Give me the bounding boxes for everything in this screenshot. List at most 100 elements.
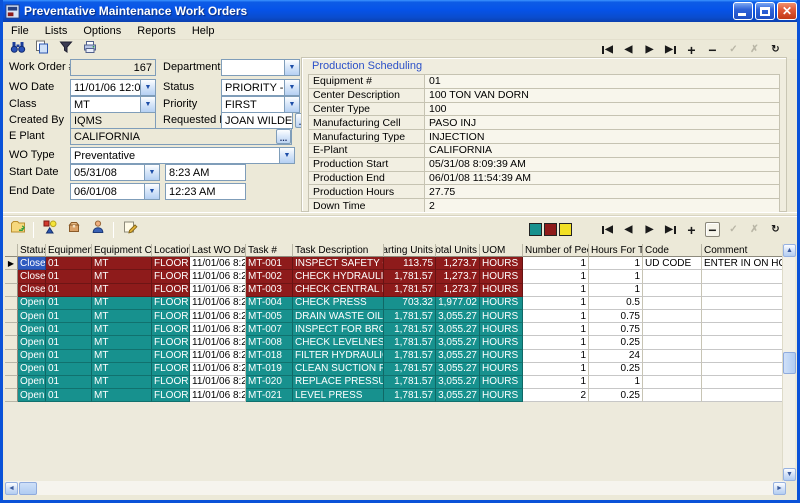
grid-cell[interactable]: MT xyxy=(92,270,152,284)
grid-cell[interactable] xyxy=(702,270,788,284)
grid-cell[interactable]: Open xyxy=(18,323,46,337)
grid-cell[interactable]: MT-007 xyxy=(246,323,293,337)
shapes-button[interactable] xyxy=(39,220,60,239)
first-record-button[interactable]: ◀ xyxy=(600,222,615,237)
menu-item-help[interactable]: Help xyxy=(184,23,223,39)
grid-cell[interactable]: Open xyxy=(18,336,46,350)
grid-cell[interactable]: 01 xyxy=(46,349,92,363)
grid-cell[interactable]: FLOOR ... xyxy=(152,336,190,350)
grid-cell[interactable]: MT xyxy=(92,309,152,324)
wo-date-combo[interactable]: 11/01/06 12:00:00 A▼ xyxy=(70,79,156,96)
chevron-down-icon[interactable]: ▼ xyxy=(140,80,155,95)
grid-cell[interactable]: 1,273.7 xyxy=(436,270,480,284)
row-selector[interactable] xyxy=(5,349,18,363)
grid-cell[interactable] xyxy=(702,349,788,363)
grid-cell[interactable]: 703.32 xyxy=(384,296,436,310)
row-selector[interactable] xyxy=(5,375,18,390)
scroll-right-icon[interactable]: ► xyxy=(773,481,786,495)
grid-cell[interactable] xyxy=(643,270,702,284)
grid-cell[interactable]: FLOOR ... xyxy=(152,389,190,403)
e-plant-field[interactable]: CALIFORNIA xyxy=(70,128,292,145)
grid-cell[interactable]: MT xyxy=(92,257,152,271)
column-header[interactable]: Location xyxy=(152,244,190,258)
inventory-box-button[interactable] xyxy=(63,220,84,239)
grid-cell[interactable]: FLOOR ... xyxy=(152,309,190,324)
column-header[interactable]: Last WO Date xyxy=(190,244,246,258)
grid-cell[interactable] xyxy=(643,375,702,390)
start-date-combo[interactable]: 05/31/08 ▼ xyxy=(70,164,160,181)
chevron-down-icon[interactable]: ▼ xyxy=(144,165,159,180)
column-header[interactable]: Task # xyxy=(246,244,293,258)
grid-cell[interactable]: 11/01/06 8:2... xyxy=(190,336,246,350)
scroll-up-icon[interactable]: ▲ xyxy=(783,244,796,257)
grid-cell[interactable]: FILTER HYDRAULIC O... xyxy=(293,349,384,363)
edit-note-button[interactable] xyxy=(119,220,140,239)
grid-cell[interactable]: 0.75 xyxy=(589,323,643,337)
grid-cell[interactable]: 1,781.57 xyxy=(384,349,436,363)
grid-cell[interactable]: MT-001 xyxy=(246,257,293,271)
column-header[interactable]: UOM xyxy=(480,244,523,258)
grid-cell[interactable]: MT xyxy=(92,375,152,390)
grid-cell[interactable]: MT-020 xyxy=(246,375,293,390)
grid-cell[interactable]: CHECK CENTRAL LUB... xyxy=(293,283,384,297)
column-header[interactable]: Starting Units xyxy=(384,244,436,258)
next-record-button[interactable]: ▶ xyxy=(642,42,657,57)
grid-cell[interactable]: 0.75 xyxy=(589,309,643,324)
grid-cell[interactable]: 3,055.27 xyxy=(436,323,480,337)
person-button[interactable] xyxy=(87,220,108,239)
created-by-field[interactable]: IQMS xyxy=(70,112,156,129)
task-row[interactable]: Open01MTFLOOR ...11/01/06 8:2...MT-019CL… xyxy=(5,362,788,376)
grid-cell[interactable]: 1 xyxy=(589,270,643,284)
refresh-record-button[interactable]: ↻ xyxy=(768,42,783,57)
grid-cell[interactable]: 1,273.7 xyxy=(436,257,480,271)
grid-cell[interactable]: 1 xyxy=(523,309,589,324)
grid-cell[interactable]: HOURS xyxy=(480,270,523,284)
menu-item-file[interactable]: File xyxy=(3,23,37,39)
grid-cell[interactable]: CHECK HYDRAULIC O... xyxy=(293,270,384,284)
refresh-record-button[interactable]: ↻ xyxy=(768,222,783,237)
grid-cell[interactable]: 11/01/06 8:2... xyxy=(190,375,246,390)
grid-cell[interactable]: MT-021 xyxy=(246,389,293,403)
e-plant-lookup-button[interactable]: ... xyxy=(276,129,291,144)
grid-cell[interactable]: MT xyxy=(92,349,152,363)
grid-cell[interactable]: 1 xyxy=(523,375,589,390)
first-record-button[interactable]: ◀ xyxy=(600,42,615,57)
grid-cell[interactable]: Open xyxy=(18,349,46,363)
grid-cell[interactable]: 1,273.7 xyxy=(436,283,480,297)
grid-cell[interactable]: 01 xyxy=(46,270,92,284)
grid-cell[interactable]: 01 xyxy=(46,296,92,310)
task-row[interactable]: Closed01MTFLOOR ...11/01/06 8:2...MT-003… xyxy=(5,283,788,297)
grid-cell[interactable] xyxy=(702,296,788,310)
row-selector[interactable] xyxy=(5,389,18,403)
column-header[interactable]: Hours For Task xyxy=(589,244,643,258)
grid-cell[interactable] xyxy=(702,323,788,337)
grid-cell[interactable]: 1,781.57 xyxy=(384,362,436,376)
grid-cell[interactable]: 3,055.27 xyxy=(436,309,480,324)
filter-button[interactable] xyxy=(55,40,76,59)
grid-cell[interactable]: 1 xyxy=(523,349,589,363)
chevron-down-icon[interactable]: ▼ xyxy=(284,80,299,95)
wo-type-combo[interactable]: Preventative ▼ xyxy=(70,147,295,164)
grid-cell[interactable]: 1 xyxy=(523,257,589,271)
grid-cell[interactable]: MT-005 xyxy=(246,309,293,324)
column-header[interactable]: Equipment Class xyxy=(92,244,152,258)
grid-cell[interactable]: 11/01/06 8:2... xyxy=(190,323,246,337)
column-header[interactable]: Code xyxy=(643,244,702,258)
grid-cell[interactable]: HOURS xyxy=(480,336,523,350)
grid-cell[interactable]: HOURS xyxy=(480,283,523,297)
grid-cell[interactable]: MT-004 xyxy=(246,296,293,310)
grid-cell[interactable]: 3,055.27 xyxy=(436,336,480,350)
chevron-down-icon[interactable]: ▼ xyxy=(144,184,159,199)
grid-cell[interactable] xyxy=(702,389,788,403)
last-record-button[interactable]: ▶ xyxy=(663,222,678,237)
grid-cell[interactable]: CHECK PRESS xyxy=(293,296,384,310)
grid-cell[interactable]: 113.75 xyxy=(384,257,436,271)
chevron-down-icon[interactable]: ▼ xyxy=(279,148,294,163)
prior-record-button[interactable]: ◀ xyxy=(621,42,636,57)
row-selector[interactable] xyxy=(5,296,18,310)
grid-cell[interactable]: ENTER IN ON HOLD R xyxy=(702,257,788,271)
grid-cell[interactable]: 01 xyxy=(46,389,92,403)
grid-cell[interactable]: 1,977.02 xyxy=(436,296,480,310)
grid-cell[interactable]: 1 xyxy=(523,323,589,337)
grid-cell[interactable]: HOURS xyxy=(480,375,523,390)
